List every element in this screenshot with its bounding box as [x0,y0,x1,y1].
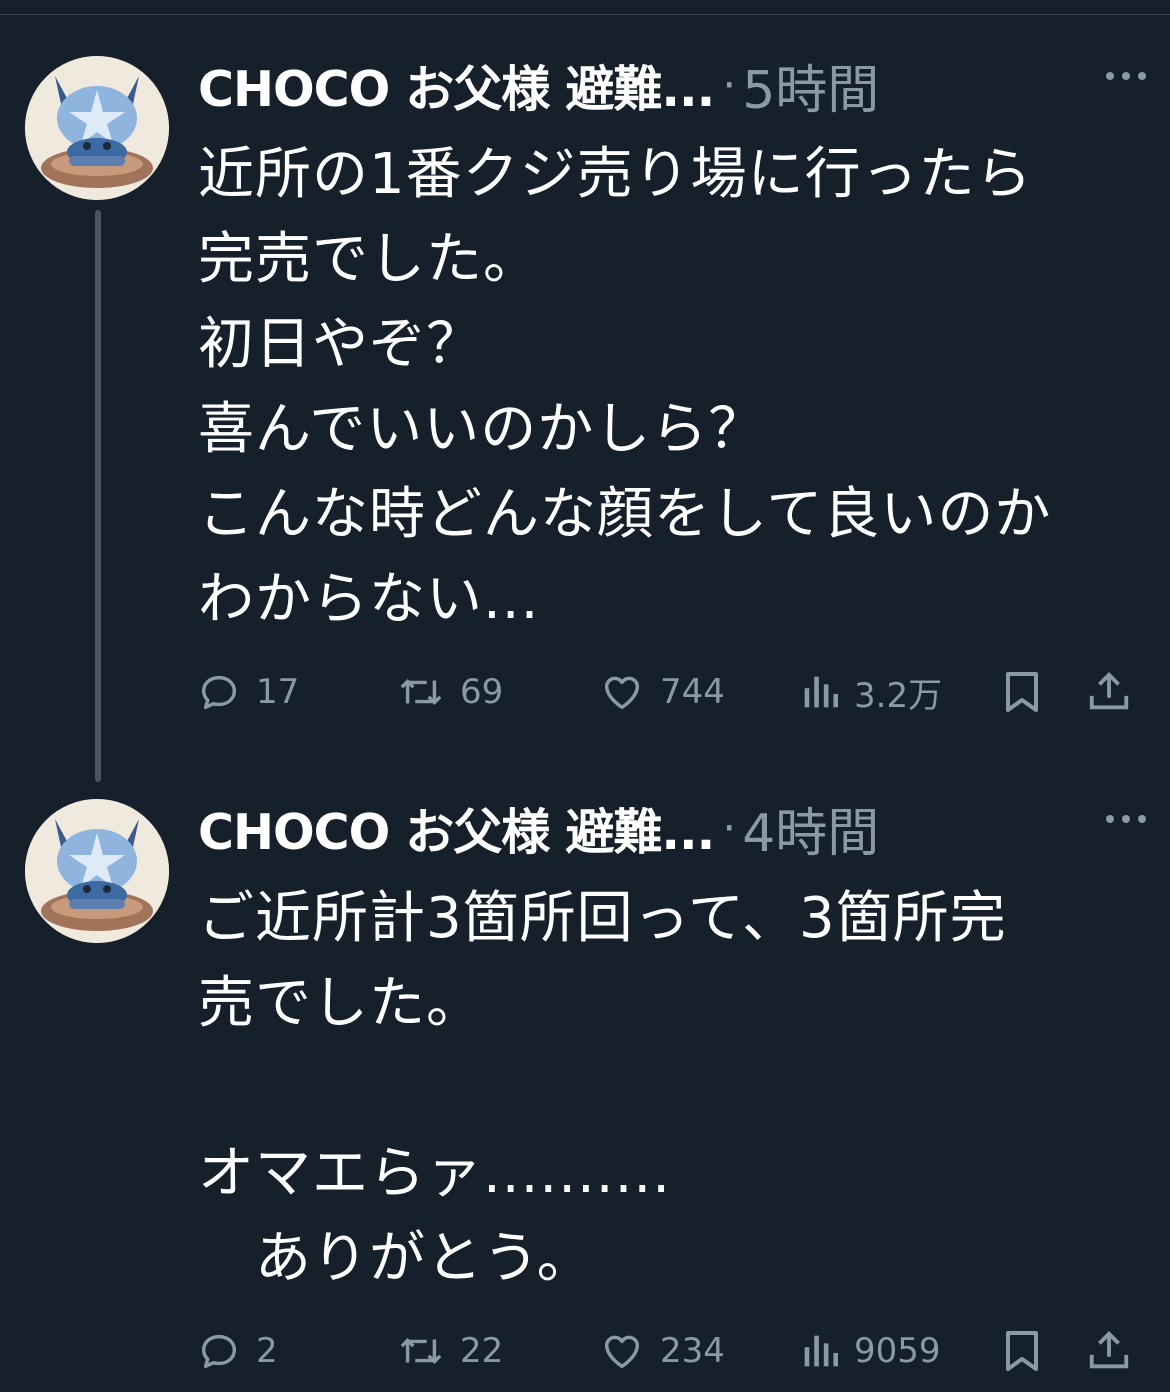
avatar[interactable] [25,799,169,943]
reply-count: 2 [256,1331,278,1371]
separator: · [722,59,737,111]
avatar-image [25,799,169,943]
share-button[interactable] [1086,1326,1132,1376]
view-count: 9059 [854,1331,941,1371]
views-bars-icon [804,676,839,708]
view-count: 3.2万 [854,675,943,716]
views-button[interactable]: 3.2万 [800,667,942,717]
retweet-button[interactable]: 22 [396,1326,503,1376]
tweet-actions: 17 69 744 3.2万 [196,667,1146,717]
reply-button[interactable]: 2 [196,1326,278,1376]
reply-button[interactable]: 17 [196,667,299,717]
bookmark-icon [1006,672,1038,712]
like-button[interactable]: 744 [598,667,725,717]
retweet-icon [400,1338,442,1364]
views-button[interactable]: 9059 [800,1326,941,1376]
heart-icon [604,676,640,710]
timestamp[interactable]: 4時間 [742,791,879,866]
bookmark-button[interactable] [1002,1326,1042,1376]
share-button[interactable] [1086,667,1132,717]
avatar-image [25,56,169,200]
avatar[interactable] [25,56,169,200]
tweet-header: CHOCO お父様 避難... · 4時間 [198,791,1138,866]
thread-connector-line [95,210,101,782]
bookmark-icon [1006,1331,1038,1371]
retweet-count: 69 [460,672,504,712]
more-horizontal-icon[interactable] [1106,815,1146,823]
author-name[interactable]: CHOCO お父様 避難... [198,793,715,864]
reply-bubble-icon [201,675,237,710]
retweet-button[interactable]: 69 [396,667,503,717]
like-button[interactable]: 234 [598,1326,725,1376]
timestamp[interactable]: 5時間 [742,48,879,123]
retweet-icon [400,679,442,705]
reply-bubble-icon [201,1334,237,1369]
more-horizontal-icon[interactable] [1106,72,1146,80]
tweet-header: CHOCO お父様 避難... · 5時間 [198,48,1138,123]
share-icon [1089,1331,1129,1369]
like-count: 744 [660,672,725,712]
tweet-actions: 2 22 234 9059 [196,1326,1146,1376]
separator: · [722,802,737,854]
like-count: 234 [660,1331,725,1371]
tweet-text: 近所の1番クジ売り場に行ったら 完売でした。 初日やぞ？ 喜んでいいのかしら？ … [198,142,1052,632]
heart-icon [604,1335,640,1369]
top-divider [0,14,1170,15]
tweet-text: ご近所計3箇所回って、3箇所完 売でした。 オマエらァ.......... あり… [198,886,1007,1291]
bookmark-button[interactable] [1002,667,1042,717]
reply-count: 17 [256,672,300,712]
views-bars-icon [804,1335,839,1367]
retweet-count: 22 [460,1331,504,1371]
author-name[interactable]: CHOCO お父様 避難... [198,50,715,121]
share-icon [1089,672,1129,710]
